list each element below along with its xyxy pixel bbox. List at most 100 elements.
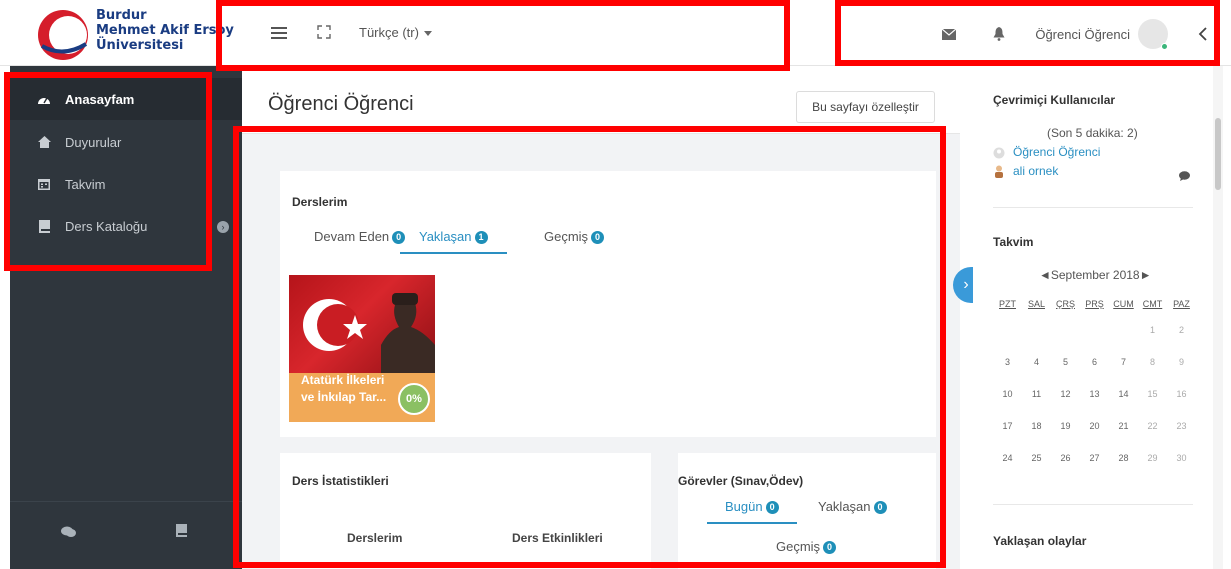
calendar-day[interactable]: 23 [1167, 421, 1196, 431]
course-progress: 0% [398, 383, 430, 415]
logo-line-3: Üniversitesi [96, 38, 184, 53]
fullscreen-icon[interactable] [317, 25, 331, 39]
logo-line-1: Burdur [96, 8, 147, 23]
calendar-day[interactable]: 2 [1167, 325, 1196, 335]
tab-label: Geçmiş [544, 229, 589, 244]
course-stats-card: Ders İstatistikleri Derslerim Ders Etkin… [280, 453, 651, 569]
sidebar-collapse-button[interactable]: › [217, 221, 229, 233]
count-badge: 1 [474, 231, 488, 245]
sidebar-item-label: Takvim [65, 176, 106, 192]
online-users-title: Çevrimiçi Kullanıcılar [993, 93, 1116, 107]
course-image-art [303, 293, 435, 373]
calendar-day[interactable]: 22 [1138, 421, 1167, 431]
count-badge: 0 [873, 501, 887, 515]
tab-yaklasan[interactable]: Yaklaşan 1 [400, 229, 507, 255]
calendar-day[interactable]: 20 [1080, 421, 1109, 431]
calendar-month-nav[interactable]: ◄September 2018► [1039, 268, 1151, 282]
online-user-link[interactable]: Öğrenci Öğrenci [1013, 145, 1100, 159]
calendar-day[interactable]: 30 [1167, 453, 1196, 463]
chevron-left-icon[interactable] [1198, 27, 1207, 41]
calendar-day[interactable]: 12 [1051, 389, 1080, 399]
calendar-day[interactable]: 28 [1109, 453, 1138, 463]
customize-page-button[interactable]: Bu sayfayı özelleştir [796, 91, 935, 123]
my-courses-title: Derslerim [292, 195, 348, 209]
calendar-day[interactable]: 1 [1138, 325, 1167, 335]
calendar-weekdays: PZT SAL ÇRŞ PRŞ CUM CMT PAZ [993, 294, 1197, 314]
user-name[interactable]: Öğrenci Öğrenci [1035, 27, 1130, 42]
calendar-weekday: PAZ [1173, 299, 1190, 309]
sidebar-item-ders-katalogu[interactable]: Ders Kataloğu [10, 205, 242, 247]
language-label: Türkçe (tr) [359, 25, 419, 40]
book-icon [37, 219, 51, 233]
calendar-day[interactable]: 17 [993, 421, 1022, 431]
messages-button[interactable] [935, 20, 963, 48]
notifications-button[interactable] [985, 20, 1013, 48]
caret-down-icon [423, 31, 432, 37]
calendar-day[interactable]: 9 [1167, 357, 1196, 367]
message-icon[interactable] [1179, 171, 1190, 181]
tab-gecmis-tasks[interactable]: Geçmiş 0 [776, 539, 837, 555]
user-avatar[interactable] [1138, 19, 1168, 50]
dashboard-icon [37, 92, 51, 106]
calendar-weekday: CMT [1142, 299, 1163, 309]
bell-icon [993, 27, 1005, 41]
sidebar-item-duyurular[interactable]: Duyurular [10, 121, 242, 163]
count-badge: 0 [591, 231, 605, 245]
calendar-day[interactable]: 5 [1051, 357, 1080, 367]
course-card[interactable]: Atatürk İlkeleri ve İnkılap Tar... 0% [289, 275, 435, 422]
university-logo[interactable]: Burdur Mehmet Akif Ersoy Üniversitesi [36, 6, 234, 62]
divider [993, 504, 1193, 505]
calendar-week-row: 12 [993, 314, 1197, 346]
calendar-day[interactable]: 24 [993, 453, 1022, 463]
calendar-week-row: 24 25 26 27 28 29 30 [993, 442, 1197, 474]
calendar-week-row: 17 18 19 20 21 22 23 [993, 410, 1197, 442]
calendar-day[interactable]: 21 [1109, 421, 1138, 431]
tasks-title: Görevler (Sınav,Ödev) [678, 474, 804, 488]
calendar-day[interactable]: 8 [1138, 357, 1167, 367]
stats-col-courses: Derslerim [347, 531, 403, 545]
logo-emblem-icon [38, 10, 88, 60]
online-users-subtitle: (Son 5 dakika: 2) [1047, 126, 1138, 140]
calendar-day[interactable]: 14 [1109, 389, 1138, 399]
tab-devam-eden[interactable]: Devam Eden 0 [314, 229, 406, 245]
calendar-icon [37, 177, 51, 191]
tab-yaklasan-tasks[interactable]: Yaklaşan 0 [818, 499, 887, 515]
calendar-weekday: PZT [999, 299, 1016, 309]
divider [993, 207, 1193, 208]
book-icon[interactable] [176, 524, 187, 537]
menu-toggle-icon[interactable] [271, 26, 287, 40]
calendar-day[interactable]: 29 [1138, 453, 1167, 463]
tab-gecmis[interactable]: Geçmiş 0 [544, 229, 605, 245]
page-scrollbar[interactable] [1213, 66, 1223, 569]
online-status-dot [1161, 43, 1168, 50]
calendar-day[interactable]: 10 [993, 389, 1022, 399]
count-badge: 0 [823, 541, 837, 555]
calendar-day[interactable]: 16 [1167, 389, 1196, 399]
sidebar-item-takvim[interactable]: Takvim [10, 163, 242, 205]
envelope-icon [942, 28, 957, 40]
calendar-day[interactable]: 6 [1080, 357, 1109, 367]
page-title: Öğrenci Öğrenci [268, 93, 414, 115]
calendar-day[interactable]: 26 [1051, 453, 1080, 463]
scrollbar-thumb[interactable] [1215, 118, 1221, 190]
calendar-day[interactable]: 4 [1022, 357, 1051, 367]
sidebar-item-anasayfam[interactable]: Anasayfam [10, 78, 242, 120]
main-content: Öğrenci Öğrenci Bu sayfayı özelleştir De… [242, 66, 979, 569]
tab-label: Yaklaşan [419, 229, 472, 244]
calendar-day[interactable]: 25 [1022, 453, 1051, 463]
calendar-day[interactable]: 15 [1138, 389, 1167, 399]
calendar-day[interactable]: 11 [1022, 389, 1051, 399]
calendar-day[interactable]: 18 [1022, 421, 1051, 431]
chat-icon[interactable] [61, 526, 76, 538]
course-image [289, 275, 435, 373]
page-header: Öğrenci Öğrenci Bu sayfayı özelleştir [242, 66, 960, 134]
calendar-day[interactable]: 13 [1080, 389, 1109, 399]
calendar-day[interactable]: 3 [993, 357, 1022, 367]
tab-bugun[interactable]: Bugün 0 [707, 499, 797, 525]
language-selector[interactable]: Türkçe (tr) [359, 25, 432, 40]
calendar-day[interactable]: 19 [1051, 421, 1080, 431]
calendar-weekday: PRŞ [1085, 299, 1104, 309]
calendar-day[interactable]: 7 [1109, 357, 1138, 367]
calendar-day[interactable]: 27 [1080, 453, 1109, 463]
online-user-link[interactable]: ali ornek [1013, 164, 1058, 178]
